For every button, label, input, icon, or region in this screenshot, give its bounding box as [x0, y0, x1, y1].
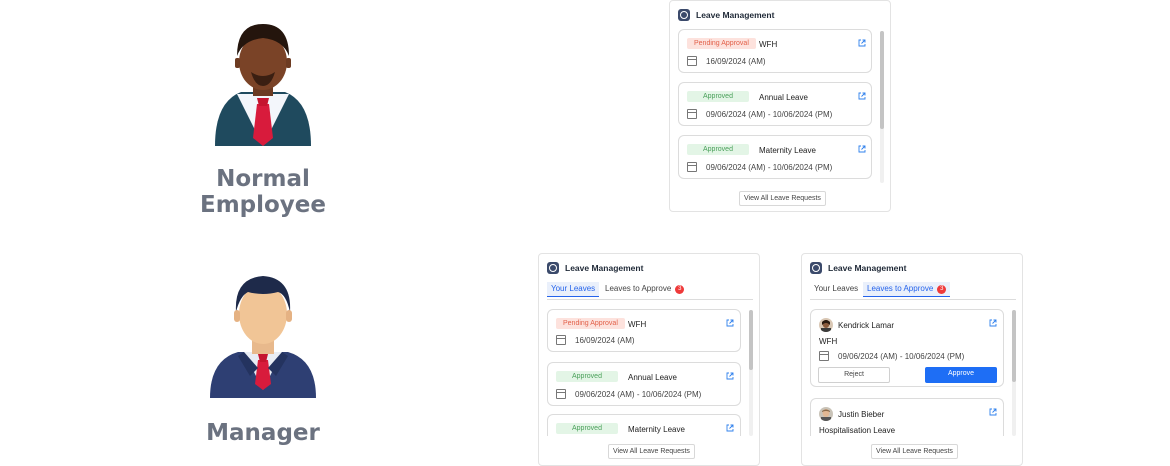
status-badge: Pending Approval	[687, 38, 756, 49]
external-link-icon[interactable]	[726, 372, 734, 380]
leave-type: Maternity Leave	[759, 146, 816, 155]
leave-date: 09/06/2024 (AM) - 10/06/2024 (PM)	[706, 163, 833, 172]
leave-date: 16/09/2024 (AM)	[575, 336, 635, 345]
employee-avatar	[211, 20, 315, 148]
card-title: Leave Management	[696, 10, 775, 20]
scrollbar-thumb[interactable]	[1012, 310, 1016, 382]
employee-role-label: Normal Employee	[199, 166, 327, 218]
leave-date: 16/09/2024 (AM)	[706, 57, 766, 66]
manager-approve-card: Leave Management Your Leaves Leaves to A…	[801, 253, 1023, 466]
leave-date: 09/06/2024 (AM) - 10/06/2024 (PM)	[706, 110, 833, 119]
approval-request[interactable]: Justin Bieber Hospitalisation Leave	[810, 398, 1004, 436]
card-header: Leave Management	[810, 262, 906, 274]
leave-type: WFH	[628, 320, 647, 329]
calendar-icon	[819, 351, 829, 361]
requester-avatar	[819, 407, 833, 421]
status-badge: Pending Approval	[556, 318, 625, 329]
leave-item[interactable]: Pending Approval WFH 16/09/2024 (AM)	[547, 309, 741, 352]
scrollbar[interactable]	[1012, 310, 1016, 436]
external-link-icon[interactable]	[858, 145, 866, 153]
tab-label: Leaves to Approve	[867, 284, 934, 293]
scrollbar[interactable]	[880, 31, 884, 183]
manager-role-label: Manager	[206, 420, 320, 446]
clock-icon	[678, 9, 690, 21]
tab-leaves-to-approve[interactable]: Leaves to Approve 3	[863, 282, 951, 297]
count-badge: 3	[937, 284, 947, 294]
approval-request[interactable]: Kendrick Lamar WFH 09/06/2024 (AM) - 10/…	[810, 309, 1004, 387]
external-link-icon[interactable]	[858, 39, 866, 47]
tab-leaves-to-approve[interactable]: Leaves to Approve 3	[601, 282, 688, 297]
external-link-icon[interactable]	[989, 408, 997, 416]
requester-avatar	[819, 318, 833, 332]
leave-type: Maternity Leave	[628, 425, 685, 434]
status-badge: Approved	[556, 371, 618, 382]
external-link-icon[interactable]	[858, 92, 866, 100]
status-badge: Approved	[687, 144, 749, 155]
leave-item[interactable]: Approved Maternity Leave 09/06/2024 (AM)…	[678, 135, 872, 179]
calendar-icon	[687, 109, 697, 119]
tab-label: Leaves to Approve	[605, 284, 672, 293]
leave-type: WFH	[759, 40, 778, 49]
count-badge: 3	[675, 284, 685, 294]
leave-item[interactable]: Approved Annual Leave 09/06/2024 (AM) - …	[547, 362, 741, 406]
reject-button[interactable]: Reject	[818, 367, 890, 383]
card-title: Leave Management	[565, 263, 644, 273]
status-badge: Approved	[556, 423, 618, 434]
leave-item[interactable]: Pending Approval WFH 16/09/2024 (AM)	[678, 29, 872, 73]
card-header: Leave Management	[547, 262, 643, 274]
leave-item[interactable]: Approved Maternity Leave	[547, 414, 741, 436]
card-header: Leave Management	[678, 9, 774, 21]
external-link-icon[interactable]	[726, 424, 734, 432]
external-link-icon[interactable]	[989, 319, 997, 327]
view-all-button[interactable]: View All Leave Requests	[739, 191, 826, 206]
scrollbar[interactable]	[749, 310, 753, 436]
leave-date: 09/06/2024 (AM) - 10/06/2024 (PM)	[575, 390, 702, 399]
employee-leave-card: Leave Management Pending Approval WFH 16…	[669, 0, 891, 212]
scrollbar-thumb[interactable]	[880, 31, 884, 129]
calendar-icon	[687, 56, 697, 66]
view-all-button[interactable]: View All Leave Requests	[871, 444, 958, 459]
leave-type: Annual Leave	[759, 93, 808, 102]
view-all-button[interactable]: View All Leave Requests	[608, 444, 695, 459]
leave-type: Hospitalisation Leave	[819, 426, 896, 435]
leave-item[interactable]: Approved Annual Leave 09/06/2024 (AM) - …	[678, 82, 872, 126]
status-badge: Approved	[687, 91, 749, 102]
card-title: Leave Management	[828, 263, 907, 273]
leave-type: Annual Leave	[628, 373, 677, 382]
clock-icon	[810, 262, 822, 274]
leave-type: WFH	[819, 337, 838, 346]
tab-your-leaves[interactable]: Your Leaves	[547, 282, 600, 297]
tab-bar: Your Leaves Leaves to Approve 3	[810, 282, 1016, 300]
calendar-icon	[687, 162, 697, 172]
tab-your-leaves[interactable]: Your Leaves	[810, 282, 862, 297]
tab-bar: Your Leaves Leaves to Approve 3	[547, 282, 753, 300]
requester-name: Kendrick Lamar	[838, 321, 895, 330]
calendar-icon	[556, 389, 566, 399]
manager-your-leaves-card: Leave Management Your Leaves Leaves to A…	[538, 253, 760, 466]
scrollbar-thumb[interactable]	[749, 310, 753, 370]
manager-avatar	[208, 272, 318, 400]
external-link-icon[interactable]	[726, 319, 734, 327]
leave-date: 09/06/2024 (AM) - 10/06/2024 (PM)	[838, 352, 965, 361]
calendar-icon	[556, 335, 566, 345]
requester-name: Justin Bieber	[838, 410, 885, 419]
clock-icon	[547, 262, 559, 274]
approve-button[interactable]: Approve	[925, 367, 997, 383]
